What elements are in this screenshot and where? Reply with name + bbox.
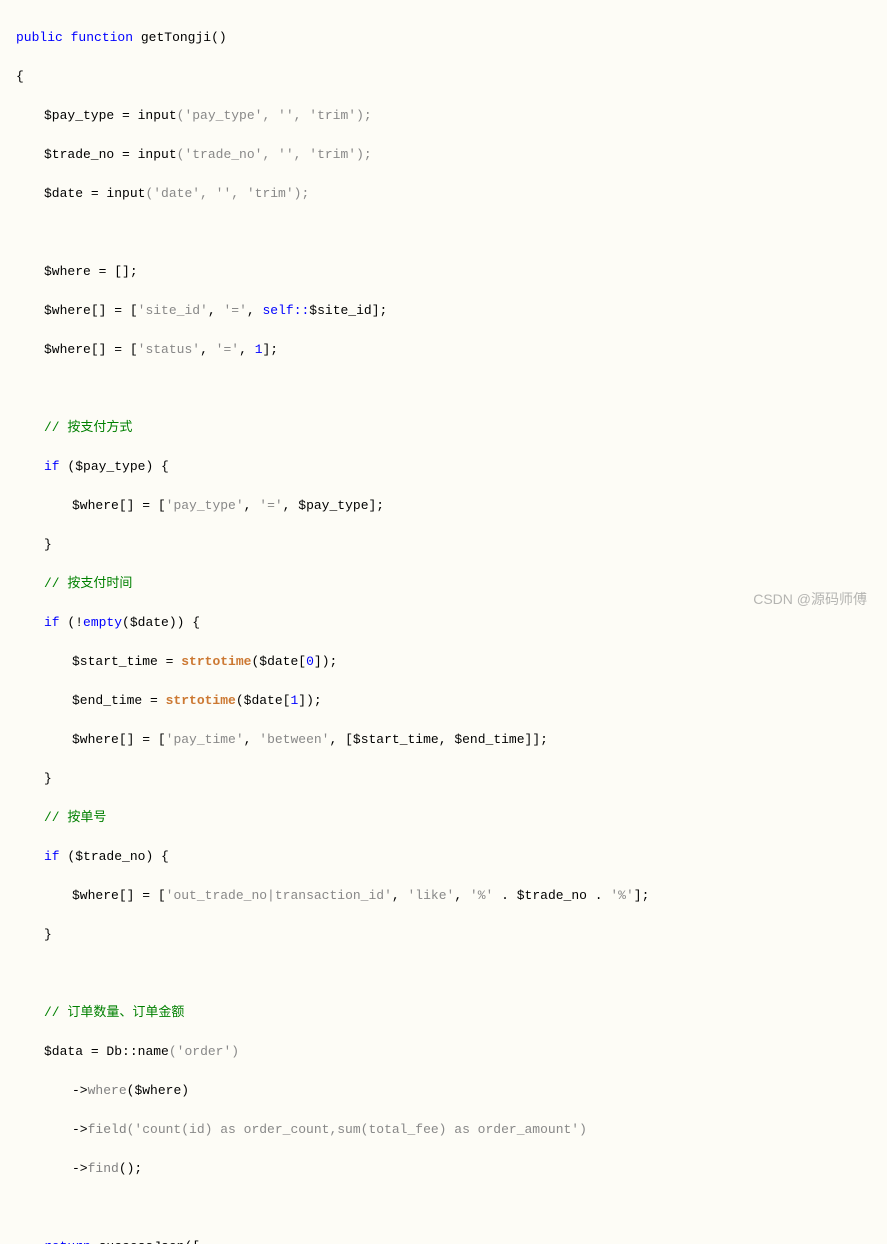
code-line: if ($trade_no) { (16, 847, 871, 867)
code-line: $where[] = ['pay_type', '=', $pay_type]; (16, 496, 871, 516)
code-line: } (16, 769, 871, 789)
code-line: ->field('count(id) as order_count,sum(to… (16, 1120, 871, 1140)
code-line: $where = []; (16, 262, 871, 282)
code-line: $where[] = ['pay_time', 'between', [$sta… (16, 730, 871, 750)
code-line: ->find(); (16, 1159, 871, 1179)
code-line: $trade_no = input('trade_no', '', 'trim'… (16, 145, 871, 165)
code-line: public function getTongji() (16, 28, 871, 48)
code-line: if ($pay_type) { (16, 457, 871, 477)
code-line: } (16, 925, 871, 945)
code-line: $where[] = ['out_trade_no|transaction_id… (16, 886, 871, 906)
code-line: $where[] = ['status', '=', 1]; (16, 340, 871, 360)
code-line: { (16, 67, 871, 87)
code-line: if (!empty($date)) { (16, 613, 871, 633)
code-line: $data = Db::name('order') (16, 1042, 871, 1062)
code-line: // 按支付方式 (16, 418, 871, 438)
code-line: // 按支付时间 (16, 574, 871, 594)
code-line: $pay_type = input('pay_type', '', 'trim'… (16, 106, 871, 126)
code-line: $end_time = strtotime($date[1]); (16, 691, 871, 711)
code-line: $date = input('date', '', 'trim'); (16, 184, 871, 204)
code-line: $start_time = strtotime($date[0]); (16, 652, 871, 672)
code-line: ->where($where) (16, 1081, 871, 1101)
code-line: } (16, 535, 871, 555)
code-line: // 订单数量、订单金额 (16, 1003, 871, 1023)
code-line: // 按单号 (16, 808, 871, 828)
code-line: $where[] = ['site_id', '=', self::$site_… (16, 301, 871, 321)
code-line: return successJson([ (16, 1237, 871, 1244)
code-block: public function getTongji() { $pay_type … (16, 8, 871, 1244)
watermark-text: CSDN @源码师傅 (753, 589, 867, 610)
